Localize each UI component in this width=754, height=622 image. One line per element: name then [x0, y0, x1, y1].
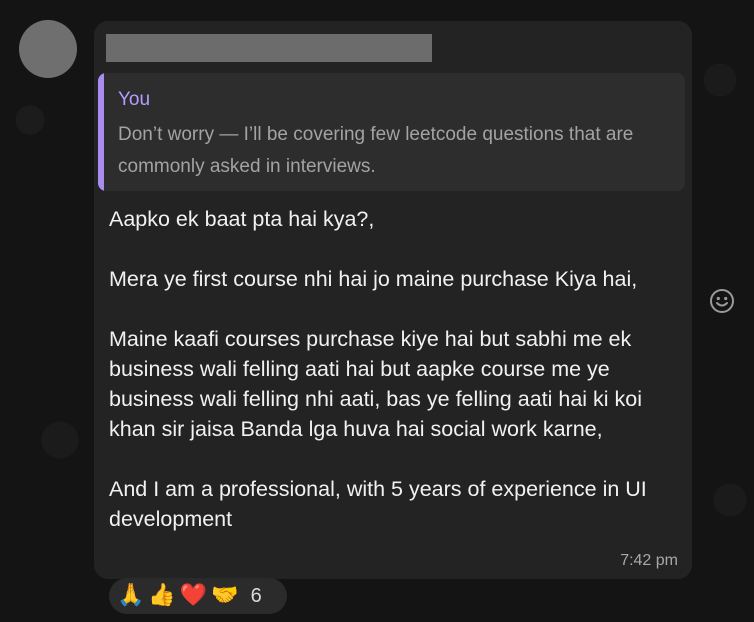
reply-quote[interactable]: You Don’t worry — I’ll be covering few l… [98, 73, 685, 191]
message-text: Aapko ek baat pta hai kya?, Mera ye firs… [109, 207, 647, 531]
reaction-heart-icon[interactable]: ❤️ [180, 583, 207, 609]
reply-accent-bar [98, 73, 104, 191]
reply-author: You [118, 89, 151, 110]
reaction-thumbs-up-icon[interactable]: 👍 [148, 583, 175, 609]
reply-text: Don’t worry — I’ll be covering few leetc… [118, 124, 634, 177]
reaction-pray-icon[interactable]: 🙏 [117, 583, 144, 609]
smiley-icon[interactable] [709, 288, 735, 314]
sender-name-redacted [106, 34, 432, 62]
message-bubble[interactable]: You Don’t worry — I’ll be covering few l… [94, 21, 692, 579]
reactions-bar[interactable]: 🙏 👍 ❤️ 🤝 6 [109, 578, 287, 614]
sender-avatar[interactable] [19, 20, 77, 78]
reaction-handshake-icon[interactable]: 🤝 [211, 583, 238, 609]
message-timestamp: 7:42 pm [620, 552, 678, 569]
reaction-count: 6 [250, 584, 262, 607]
